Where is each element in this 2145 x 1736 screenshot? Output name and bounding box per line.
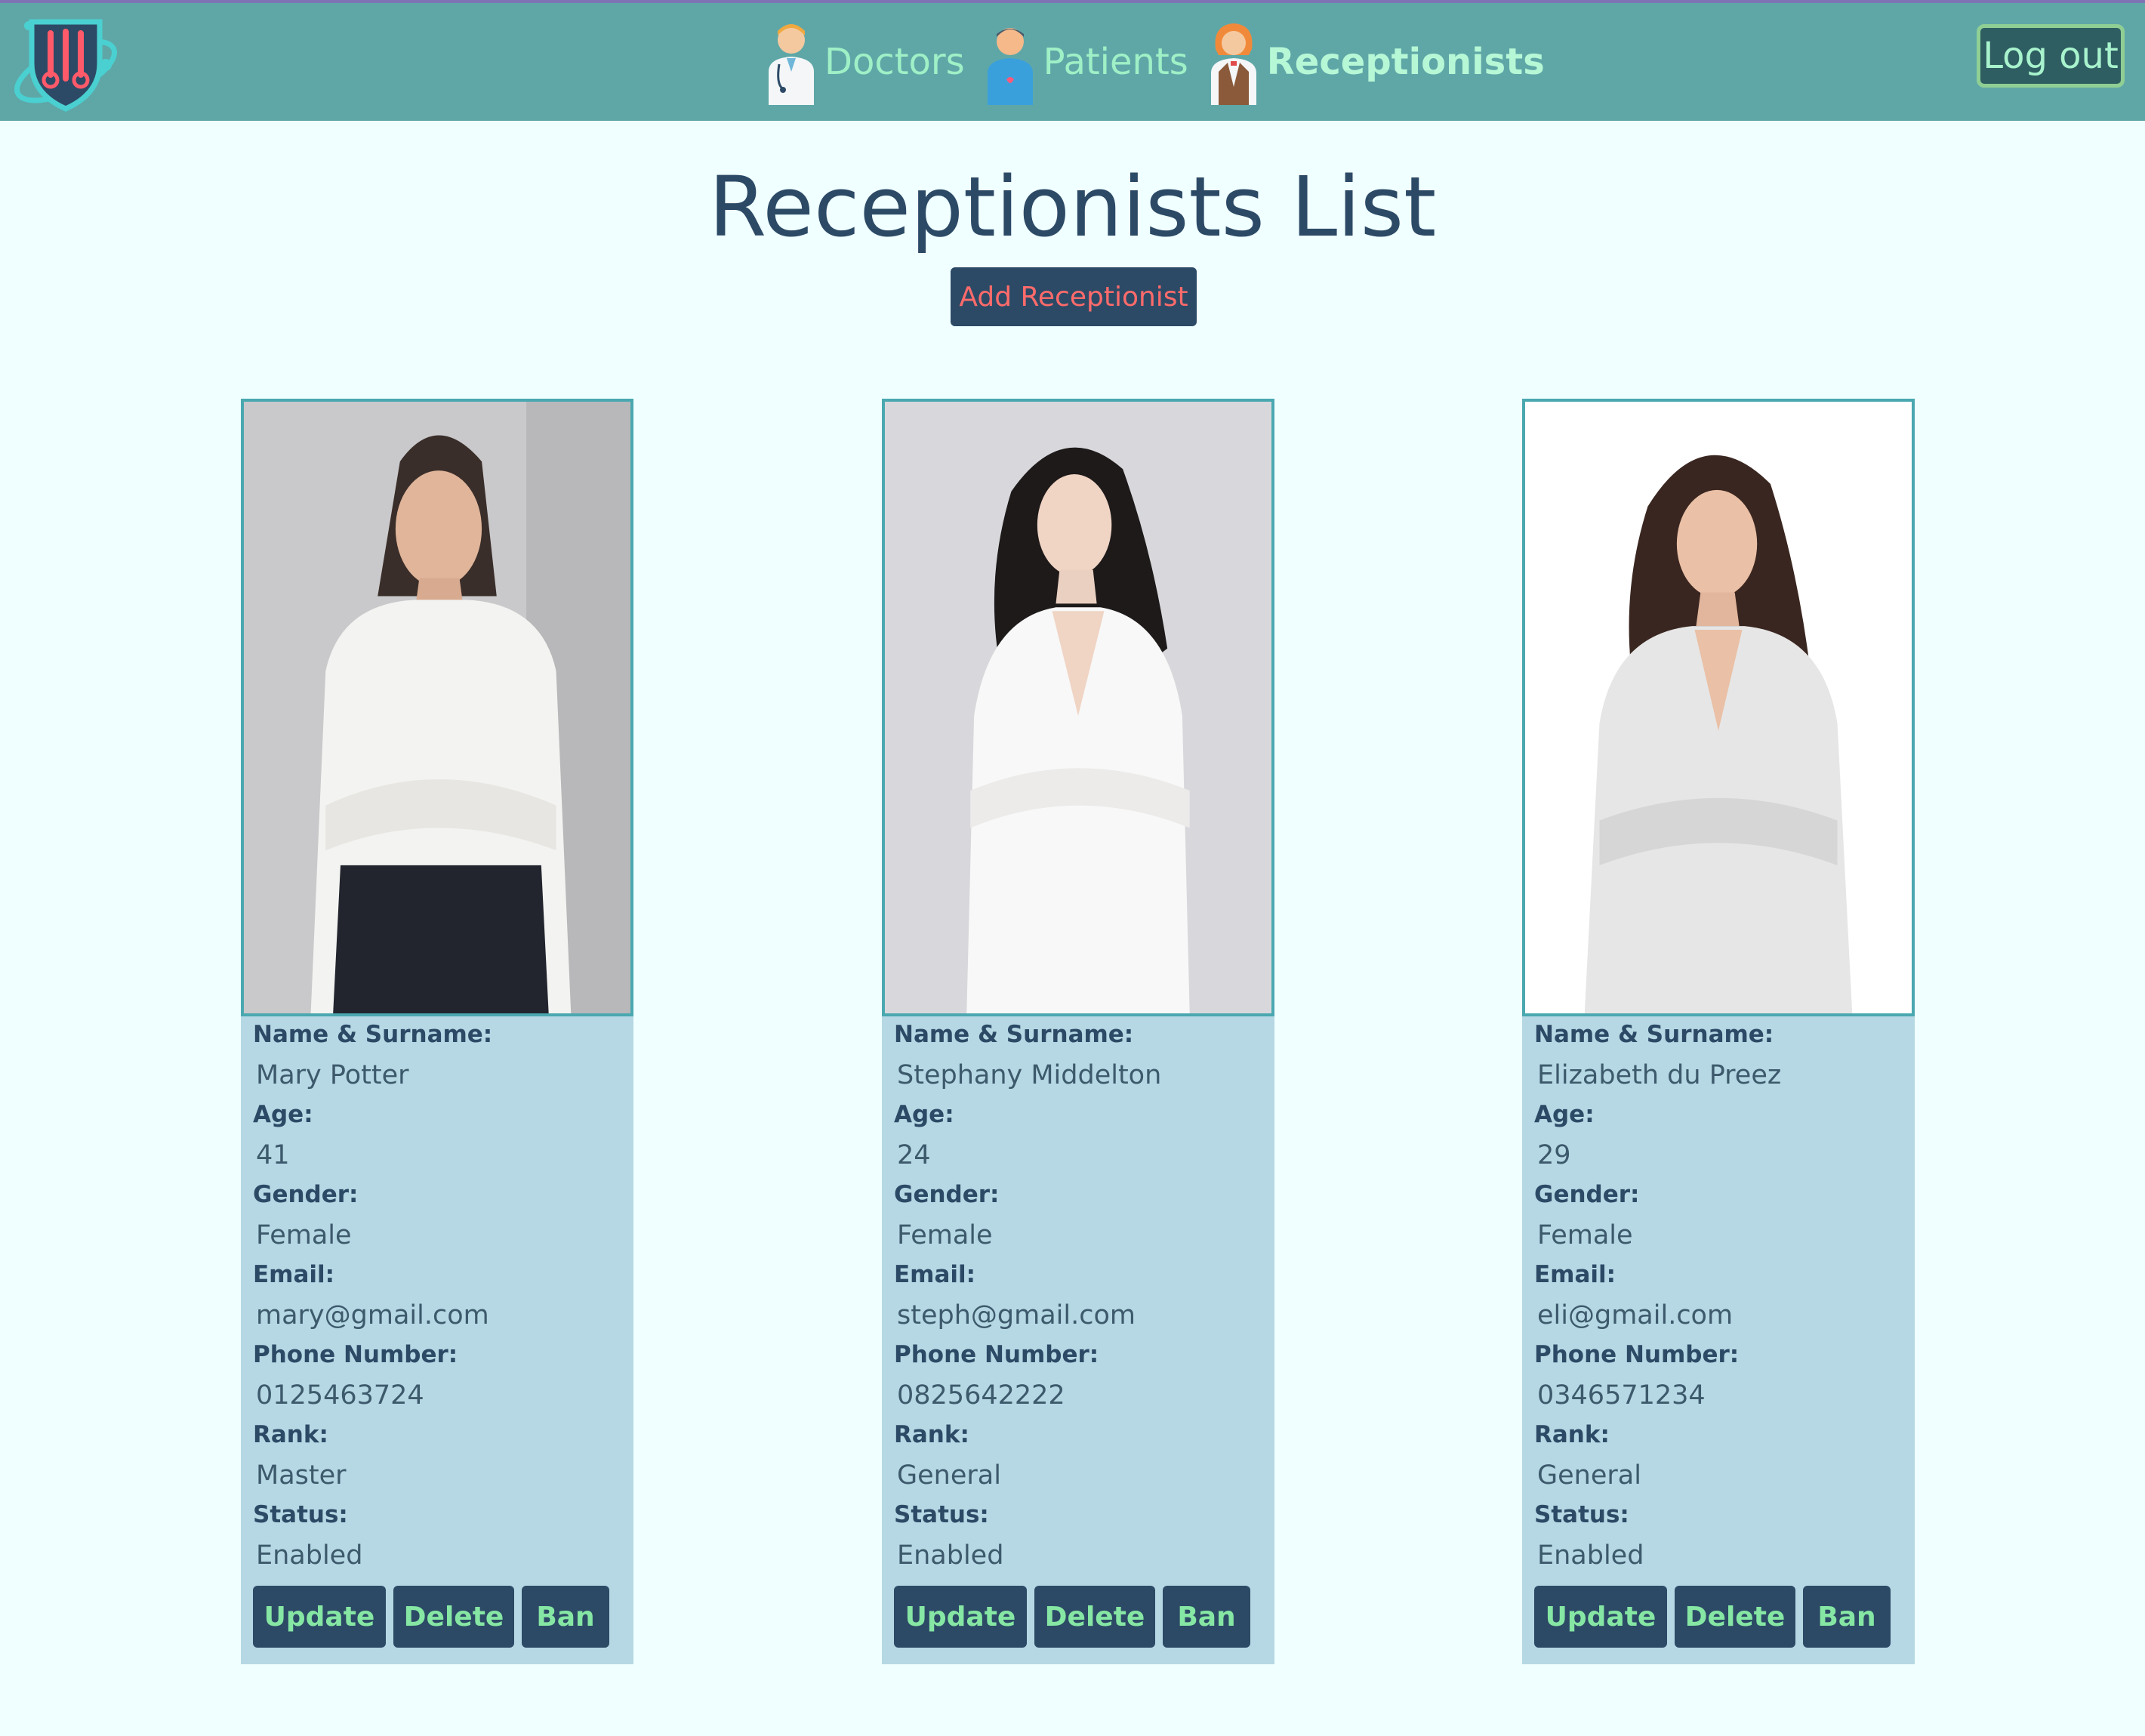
gender-value: Female xyxy=(897,1220,993,1250)
gender-label: Gender: xyxy=(253,1181,359,1208)
status-value: Enabled xyxy=(256,1540,363,1571)
nav-doctors-label: Doctors xyxy=(824,41,965,83)
name-value: Mary Potter xyxy=(256,1060,409,1090)
card-actions: Update Delete Ban xyxy=(894,1586,1258,1648)
update-button[interactable]: Update xyxy=(253,1586,386,1648)
rank-value: General xyxy=(1537,1460,1641,1491)
status-label: Status: xyxy=(1534,1501,1629,1528)
phone-value: 0346571234 xyxy=(1537,1380,1706,1411)
delete-button[interactable]: Delete xyxy=(1675,1586,1795,1648)
rank-value: General xyxy=(897,1460,1001,1491)
medical-shield-logo-icon[interactable] xyxy=(9,11,122,116)
card-actions: Update Delete Ban xyxy=(253,1586,617,1648)
age-label: Age: xyxy=(1534,1101,1595,1128)
nav-links: Doctors Patients Receptionists xyxy=(763,17,1561,107)
age-value: 41 xyxy=(256,1140,290,1170)
name-label: Name & Surname: xyxy=(1534,1021,1774,1048)
ban-button[interactable]: Ban xyxy=(1803,1586,1891,1648)
gender-label: Gender: xyxy=(1534,1181,1640,1208)
nav-patients[interactable]: Patients xyxy=(982,19,1188,105)
email-value: mary@gmail.com xyxy=(256,1300,489,1331)
receptionist-card: Name & Surname: Elizabeth du Preez Age: … xyxy=(1522,399,1915,1664)
rank-label: Rank: xyxy=(894,1421,969,1448)
patient-icon xyxy=(987,28,1033,105)
delete-button[interactable]: Delete xyxy=(393,1586,514,1648)
status-label: Status: xyxy=(253,1501,348,1528)
page-title: Receptionists List xyxy=(708,159,1437,255)
phone-value: 0125463724 xyxy=(256,1380,424,1411)
age-label: Age: xyxy=(894,1101,954,1128)
gender-label: Gender: xyxy=(894,1181,1000,1208)
doctor-icon xyxy=(769,24,814,105)
email-value: eli@gmail.com xyxy=(1537,1300,1734,1331)
receptionist-photo xyxy=(241,399,633,1016)
status-label: Status: xyxy=(894,1501,989,1528)
card-actions: Update Delete Ban xyxy=(1534,1586,1898,1648)
phone-label: Phone Number: xyxy=(253,1341,458,1368)
ban-button[interactable]: Ban xyxy=(1163,1586,1250,1648)
phone-label: Phone Number: xyxy=(894,1341,1099,1368)
name-label: Name & Surname: xyxy=(253,1021,493,1048)
receptionist-card: Name & Surname: Stephany Middelton Age: … xyxy=(882,399,1274,1664)
receptionist-photo xyxy=(1522,399,1915,1016)
nav-receptionists-label: Receptionists xyxy=(1266,41,1545,83)
nav-patients-label: Patients xyxy=(1043,41,1188,83)
nav-receptionists[interactable]: Receptionists xyxy=(1205,19,1545,105)
gender-value: Female xyxy=(1537,1220,1633,1250)
rank-label: Rank: xyxy=(1534,1421,1610,1448)
email-label: Email: xyxy=(894,1261,976,1288)
name-value: Elizabeth du Preez xyxy=(1537,1060,1782,1090)
add-receptionist-button[interactable]: Add Receptionist xyxy=(951,267,1197,326)
email-label: Email: xyxy=(1534,1261,1616,1288)
receptionist-icon xyxy=(1210,23,1256,105)
age-value: 29 xyxy=(1537,1140,1571,1170)
top-navbar: Doctors Patients Receptionists Log out xyxy=(0,0,2145,121)
gender-value: Female xyxy=(256,1220,352,1250)
ban-button[interactable]: Ban xyxy=(522,1586,609,1648)
email-value: steph@gmail.com xyxy=(897,1300,1136,1331)
update-button[interactable]: Update xyxy=(1534,1586,1667,1648)
email-label: Email: xyxy=(253,1261,335,1288)
phone-value: 0825642222 xyxy=(897,1380,1065,1411)
update-button[interactable]: Update xyxy=(894,1586,1027,1648)
receptionist-card: Name & Surname: Mary Potter Age: 41 Gend… xyxy=(241,399,633,1664)
rank-value: Master xyxy=(256,1460,347,1491)
name-label: Name & Surname: xyxy=(894,1021,1134,1048)
logout-button[interactable]: Log out xyxy=(1977,24,2125,88)
receptionist-photo xyxy=(882,399,1274,1016)
nav-doctors[interactable]: Doctors xyxy=(763,19,965,105)
status-value: Enabled xyxy=(897,1540,1004,1571)
phone-label: Phone Number: xyxy=(1534,1341,1740,1368)
rank-label: Rank: xyxy=(253,1421,328,1448)
delete-button[interactable]: Delete xyxy=(1034,1586,1155,1648)
age-value: 24 xyxy=(897,1140,931,1170)
name-value: Stephany Middelton xyxy=(897,1060,1162,1090)
status-value: Enabled xyxy=(1537,1540,1644,1571)
age-label: Age: xyxy=(253,1101,313,1128)
